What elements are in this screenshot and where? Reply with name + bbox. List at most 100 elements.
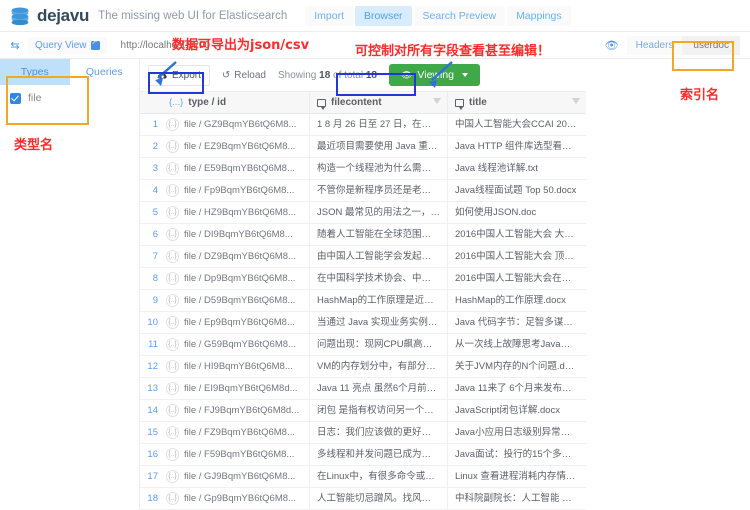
cell-title[interactable]: 如何使用JSON.doc: [448, 202, 586, 224]
eye-icon[interactable]: 👁: [597, 35, 627, 56]
filter-icon[interactable]: [433, 98, 441, 104]
cell-filecontent[interactable]: 构造一个线程池为什么需要几个参数...: [310, 158, 448, 180]
expand-row-icon[interactable]: {..}: [166, 162, 179, 175]
cell-type-id[interactable]: {..}file / HI9BqmYB6tQ6M8...: [162, 356, 310, 378]
expand-row-icon[interactable]: {..}: [166, 206, 179, 219]
column-header-filecontent[interactable]: filecontent: [310, 92, 448, 113]
table-row[interactable]: 10{..}file / Ep9BqmYB6tQ6M8...当通过 Java 实…: [140, 312, 586, 334]
export-button[interactable]: Export: [148, 65, 210, 86]
cell-type-id[interactable]: {..}file / EI9BqmYB6tQ6M8d...: [162, 378, 310, 400]
table-row[interactable]: 18{..}file / Gp9BqmYB6tQ6M8...人工智能切忌蹭风。找…: [140, 488, 586, 510]
table-row[interactable]: 14{..}file / FJ9BqmYB6tQ6M8d...闭包 是指有权访问…: [140, 400, 586, 422]
table-row[interactable]: 3{..}file / E59BqmYB6tQ6M8...构造一个线程池为什么需…: [140, 158, 586, 180]
cell-title[interactable]: 2016中国人工智能大会 大咖云集探...: [448, 224, 586, 246]
cell-filecontent[interactable]: 在Linux中，有很多命令或工具查看...: [310, 466, 448, 488]
expand-row-icon[interactable]: {..}: [166, 338, 179, 351]
expand-row-icon[interactable]: {..}: [166, 382, 179, 395]
column-header-type-id[interactable]: {...} type / id: [162, 92, 310, 113]
cell-type-id[interactable]: {..}file / FJ9BqmYB6tQ6M8d...: [162, 400, 310, 422]
cell-type-id[interactable]: {..}file / D59BqmYB6tQ6M8...: [162, 290, 310, 312]
tab-mappings[interactable]: Mappings: [507, 6, 571, 26]
table-row[interactable]: 4{..}file / Fp9BqmYB6tQ6M8...不管你是新程序员还是老…: [140, 180, 586, 202]
cell-title[interactable]: Java线程面试题 Top 50.docx: [448, 180, 586, 202]
table-row[interactable]: 8{..}file / Dp9BqmYB6tQ6M8...在中国科学技术协会、中…: [140, 268, 586, 290]
sidebar-tab-queries[interactable]: Queries: [70, 59, 140, 85]
cell-type-id[interactable]: {..}file / GJ9BqmYB6tQ6M8...: [162, 466, 310, 488]
index-name-button[interactable]: userdoc: [682, 36, 740, 55]
expand-row-icon[interactable]: {..}: [166, 316, 179, 329]
cell-type-id[interactable]: {..}file / DI9BqmYB6tQ6M8...: [162, 224, 310, 246]
cell-title[interactable]: 从一次线上故障思考Java问题定位思...: [448, 334, 586, 356]
cell-title[interactable]: 关于JVM内存的N个问题.docx: [448, 356, 586, 378]
cell-filecontent[interactable]: JSON 最常见的用法之一，是从 web ...: [310, 202, 448, 224]
expand-row-icon[interactable]: {..}: [166, 228, 179, 241]
type-list-item-file[interactable]: file: [0, 85, 139, 111]
cell-title[interactable]: 中科院副院长：人工智能 找风口不...: [448, 488, 586, 510]
table-row[interactable]: 15{..}file / FZ9BqmYB6tQ6M8...日志：我们应该做的更…: [140, 422, 586, 444]
cell-filecontent[interactable]: 由中国人工智能学会发起主办、中国...: [310, 246, 448, 268]
expand-row-icon[interactable]: {..}: [166, 470, 179, 483]
cell-type-id[interactable]: {..}file / FZ9BqmYB6tQ6M8...: [162, 422, 310, 444]
cell-filecontent[interactable]: 1 8 月 26 日至 27 日，在中国科学技...: [310, 114, 448, 136]
cell-type-id[interactable]: {..}file / HZ9BqmYB6tQ6M8...: [162, 202, 310, 224]
expand-row-icon[interactable]: {..}: [166, 184, 179, 197]
cell-title[interactable]: 2016中国人工智能大会 顶尖专家齐...: [448, 246, 586, 268]
cell-type-id[interactable]: {..}file / GZ9BqmYB6tQ6M8...: [162, 114, 310, 136]
cell-type-id[interactable]: {..}file / E59BqmYB6tQ6M8...: [162, 158, 310, 180]
expand-row-icon[interactable]: {..}: [166, 448, 179, 461]
cell-title[interactable]: 2016中国人工智能大会在京召开.docx: [448, 268, 586, 290]
cell-type-id[interactable]: {..}file / Dp9BqmYB6tQ6M8...: [162, 268, 310, 290]
cell-type-id[interactable]: {..}file / G59BqmYB6tQ6M8...: [162, 334, 310, 356]
table-row[interactable]: 6{..}file / DI9BqmYB6tQ6M8...随着人工智能在全球范围…: [140, 224, 586, 246]
expand-row-icon[interactable]: {..}: [166, 426, 179, 439]
tab-import[interactable]: Import: [305, 6, 353, 26]
table-row[interactable]: 5{..}file / HZ9BqmYB6tQ6M8...JSON 最常见的用法…: [140, 202, 586, 224]
expand-row-icon[interactable]: {..}: [166, 272, 179, 285]
cell-type-id[interactable]: {..}file / DZ9BqmYB6tQ6M8...: [162, 246, 310, 268]
cell-filecontent[interactable]: VM的内存划分中，有部分区域是线...: [310, 356, 448, 378]
table-row[interactable]: 11{..}file / G59BqmYB6tQ6M8...问题出现：现网CPU…: [140, 334, 586, 356]
expand-row-icon[interactable]: {..}: [166, 492, 179, 505]
cell-filecontent[interactable]: 在中国科学技术协会、中国科学院的...: [310, 268, 448, 290]
table-row[interactable]: 16{..}file / F59BqmYB6tQ6M8...多线程和并发问题已成…: [140, 444, 586, 466]
expand-row-icon[interactable]: {..}: [166, 140, 179, 153]
cell-title[interactable]: Java小应用日志级别异常处理最佳实...: [448, 422, 586, 444]
cell-filecontent[interactable]: 日志：我们应该做的更好了 我在说...: [310, 422, 448, 444]
tab-browser[interactable]: Browser: [355, 6, 412, 26]
cell-filecontent[interactable]: 当通过 Java 实现业务实例时，对资...: [310, 312, 448, 334]
query-view-button[interactable]: Query View: [28, 37, 107, 54]
headers-button[interactable]: Headers: [627, 36, 683, 55]
cell-filecontent[interactable]: Java 11 亮点 虽然6个月前才发布了 J...: [310, 378, 448, 400]
table-row[interactable]: 9{..}file / D59BqmYB6tQ6M8...HashMap的工作原…: [140, 290, 586, 312]
cell-title[interactable]: Java HTTP 组件库选型看这篇就够了...: [448, 136, 586, 158]
cell-type-id[interactable]: {..}file / EZ9BqmYB6tQ6M8...: [162, 136, 310, 158]
expand-row-icon[interactable]: {..}: [166, 294, 179, 307]
cell-type-id[interactable]: {..}file / Ep9BqmYB6tQ6M8...: [162, 312, 310, 334]
table-row[interactable]: 1{..}file / GZ9BqmYB6tQ6M8...1 8 月 26 日至…: [140, 114, 586, 136]
cell-title[interactable]: Linux 查看进程消耗内存情况总结.txt: [448, 466, 586, 488]
cell-title[interactable]: Java 线程池详解.txt: [448, 158, 586, 180]
cell-type-id[interactable]: {..}file / Gp9BqmYB6tQ6M8...: [162, 488, 310, 510]
tab-search-preview[interactable]: Search Preview: [414, 6, 506, 26]
table-row[interactable]: 17{..}file / GJ9BqmYB6tQ6M8...在Linux中，有很…: [140, 466, 586, 488]
viewing-mode-button[interactable]: 👁 Viewing: [389, 64, 480, 86]
type-checkbox[interactable]: [10, 93, 21, 104]
cell-filecontent[interactable]: 人工智能切忌蹭风。找风口不如找关...: [310, 488, 448, 510]
expand-row-icon[interactable]: {..}: [166, 360, 179, 373]
table-row[interactable]: 2{..}file / EZ9BqmYB6tQ6M8...最近项目需要使用 Ja…: [140, 136, 586, 158]
cell-filecontent[interactable]: 随着人工智能在全球范围内受到关注...: [310, 224, 448, 246]
filter-icon[interactable]: [572, 98, 580, 104]
expand-row-icon[interactable]: {..}: [166, 250, 179, 263]
column-header-title[interactable]: title: [448, 92, 586, 113]
cell-filecontent[interactable]: 不管你是新程序员还是老手，你一定...: [310, 180, 448, 202]
cell-title[interactable]: Java 代码字节：足智多谋的 Try-Wit...: [448, 312, 586, 334]
cell-type-id[interactable]: {..}file / Fp9BqmYB6tQ6M8...: [162, 180, 310, 202]
cell-title[interactable]: Java 11来了 6个月来发布首个LTS版...: [448, 378, 586, 400]
cell-type-id[interactable]: {..}file / F59BqmYB6tQ6M8...: [162, 444, 310, 466]
sidebar-tab-types[interactable]: Types: [0, 59, 70, 85]
cell-title[interactable]: Java面试：投行的15个多线程和并发...: [448, 444, 586, 466]
cell-filecontent[interactable]: 问题出现：现网CPU飙高，Full GC告...: [310, 334, 448, 356]
cell-filecontent[interactable]: HashMap的工作原理是近年来常见...: [310, 290, 448, 312]
cell-filecontent[interactable]: 多线程和并发问题已成为各种 Java ...: [310, 444, 448, 466]
expand-row-icon[interactable]: {..}: [166, 118, 179, 131]
